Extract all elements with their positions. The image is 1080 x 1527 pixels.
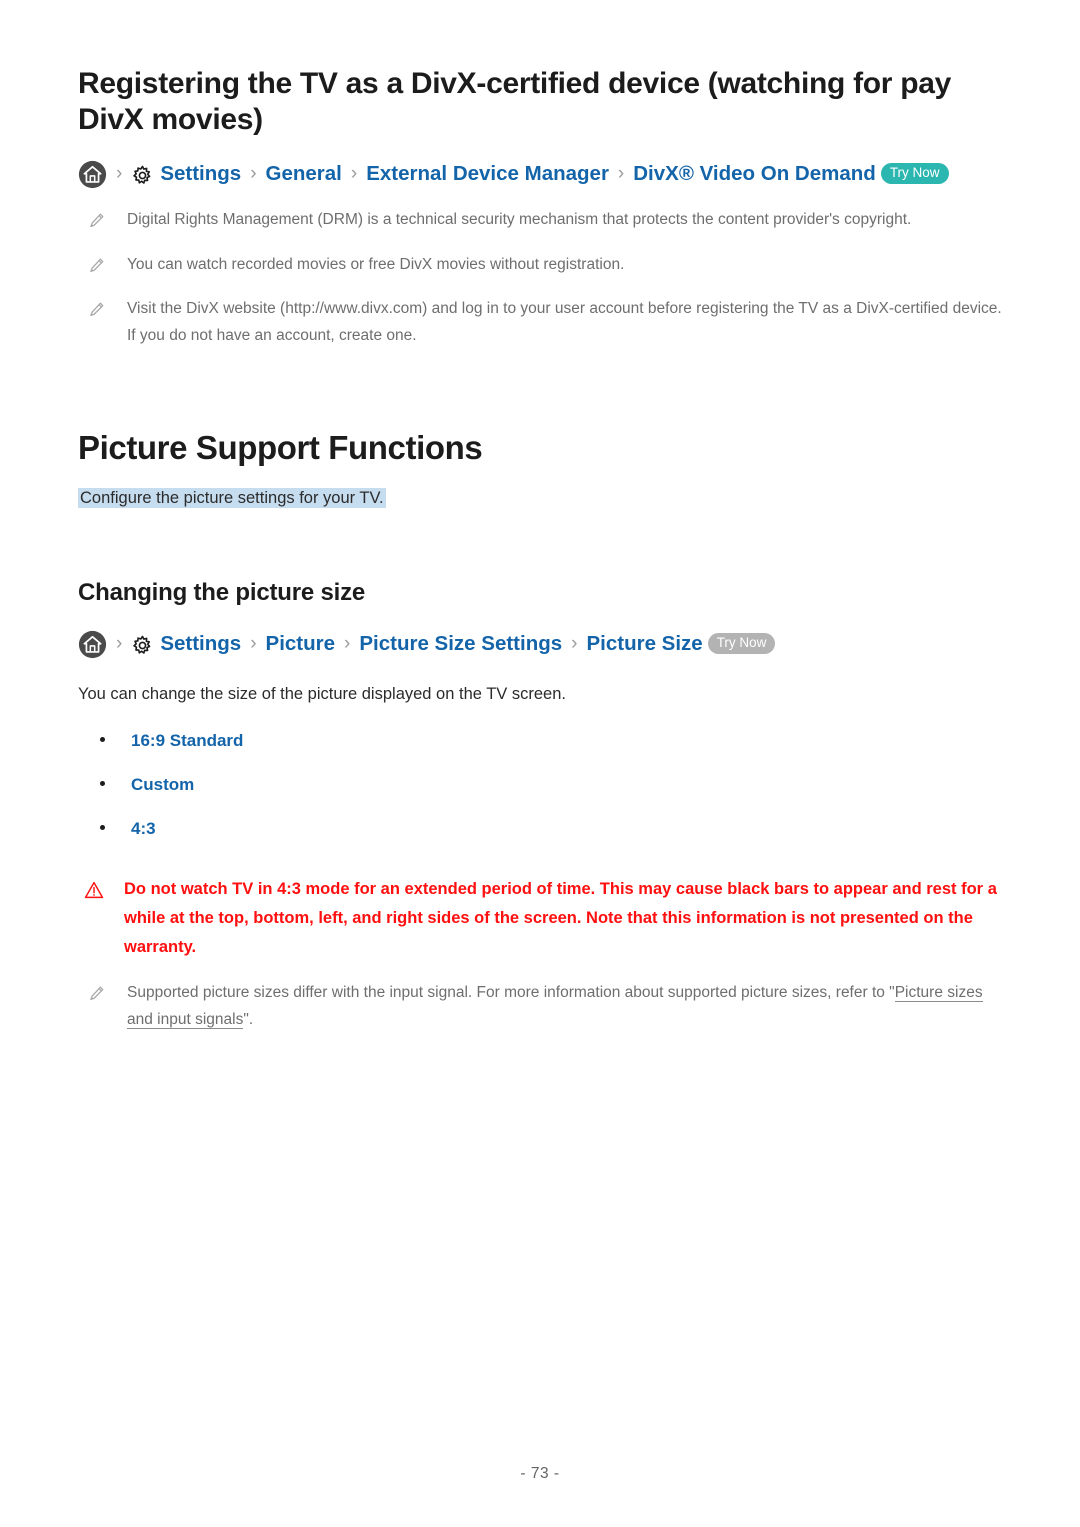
note-item: Supported picture sizes differ with the …: [78, 980, 1002, 1033]
bullet-icon: [100, 825, 105, 831]
note-text: You can watch recorded movies or free Di…: [127, 255, 625, 273]
breadcrumb-separator: ›: [116, 163, 123, 185]
breadcrumb-crumb-settings[interactable]: Settings: [160, 632, 241, 657]
warning-triangle-icon: [84, 881, 104, 899]
breadcrumb-picture-size: › Settings › Picture › Picture Size Sett…: [78, 630, 1002, 659]
pencil-icon: [88, 985, 105, 1002]
note-text: Visit the DivX website (http://www.divx.…: [127, 300, 1002, 344]
note-text: Digital Rights Management (DRM) is a tec…: [127, 211, 912, 228]
list-item[interactable]: 16:9 Standard: [78, 731, 1002, 751]
note-item: Visit the DivX website (http://www.divx.…: [78, 296, 1002, 349]
breadcrumb-crumb-settings[interactable]: Settings: [160, 162, 241, 187]
pencil-icon: [88, 212, 105, 229]
try-now-badge[interactable]: Try Now: [880, 162, 949, 185]
caution-block: Do not watch TV in 4:3 mode for an exten…: [78, 875, 1002, 962]
breadcrumb-crumb-picture[interactable]: Picture: [266, 632, 336, 657]
option-label: 4:3: [131, 819, 156, 839]
note-text-after: ".: [243, 1010, 254, 1028]
note-text: Supported picture sizes differ with the …: [127, 980, 1002, 1033]
home-icon[interactable]: [78, 630, 107, 659]
try-now-badge[interactable]: Try Now: [707, 632, 776, 655]
breadcrumb-crumb-picture-size[interactable]: Picture Size: [586, 632, 702, 657]
note-item: Digital Rights Management (DRM) is a tec…: [78, 207, 1002, 234]
breadcrumb-separator: ›: [344, 633, 351, 655]
list-item[interactable]: Custom: [78, 775, 1002, 795]
breadcrumb-separator: ›: [250, 163, 257, 185]
pencil-icon: [88, 301, 105, 318]
bullet-icon: [100, 737, 105, 743]
note-item: You can watch recorded movies or free Di…: [78, 252, 1002, 279]
topic-heading: Registering the TV as a DivX-certified d…: [78, 67, 952, 136]
breadcrumb-crumb-general[interactable]: General: [266, 162, 342, 187]
home-icon[interactable]: [78, 160, 107, 189]
breadcrumb-separator: ›: [571, 633, 578, 655]
breadcrumb-separator: ›: [116, 633, 123, 655]
breadcrumb-crumb-divx-video-on-demand[interactable]: DivX® Video On Demand: [633, 162, 876, 187]
breadcrumb-separator: ›: [617, 163, 625, 185]
breadcrumb-crumb-picture-size-settings[interactable]: Picture Size Settings: [359, 632, 562, 657]
note-text-before: Supported picture sizes differ with the …: [127, 983, 895, 1001]
picture-size-option-list: 16:9 Standard Custom 4:3: [78, 731, 1002, 839]
breadcrumb-divx: › Settings › General › External Device M…: [78, 160, 1002, 189]
page-number: - 73 -: [520, 1465, 560, 1482]
pencil-icon: [88, 257, 105, 274]
section-subtitle-wrap: Configure the picture settings for your …: [78, 487, 1002, 511]
gear-icon: [131, 634, 154, 657]
gear-icon: [131, 164, 154, 187]
breadcrumb-crumb-external-device-manager[interactable]: External Device Manager: [366, 162, 609, 187]
subsection-heading: Changing the picture size: [78, 579, 366, 607]
option-label: 16:9 Standard: [131, 731, 244, 751]
list-item[interactable]: 4:3: [78, 819, 1002, 839]
caution-text: Do not watch TV in 4:3 mode for an exten…: [124, 880, 997, 957]
breadcrumb-separator: ›: [250, 633, 257, 655]
section-subtitle: Configure the picture settings for your …: [78, 488, 386, 509]
breadcrumb-separator: ›: [350, 163, 358, 185]
subsection-intro: You can change the size of the picture d…: [78, 684, 566, 703]
bullet-icon: [100, 781, 105, 787]
document-page: Registering the TV as a DivX-certified d…: [0, 0, 1080, 1527]
option-label: Custom: [131, 775, 195, 795]
section-heading: Picture Support Functions: [78, 428, 483, 466]
